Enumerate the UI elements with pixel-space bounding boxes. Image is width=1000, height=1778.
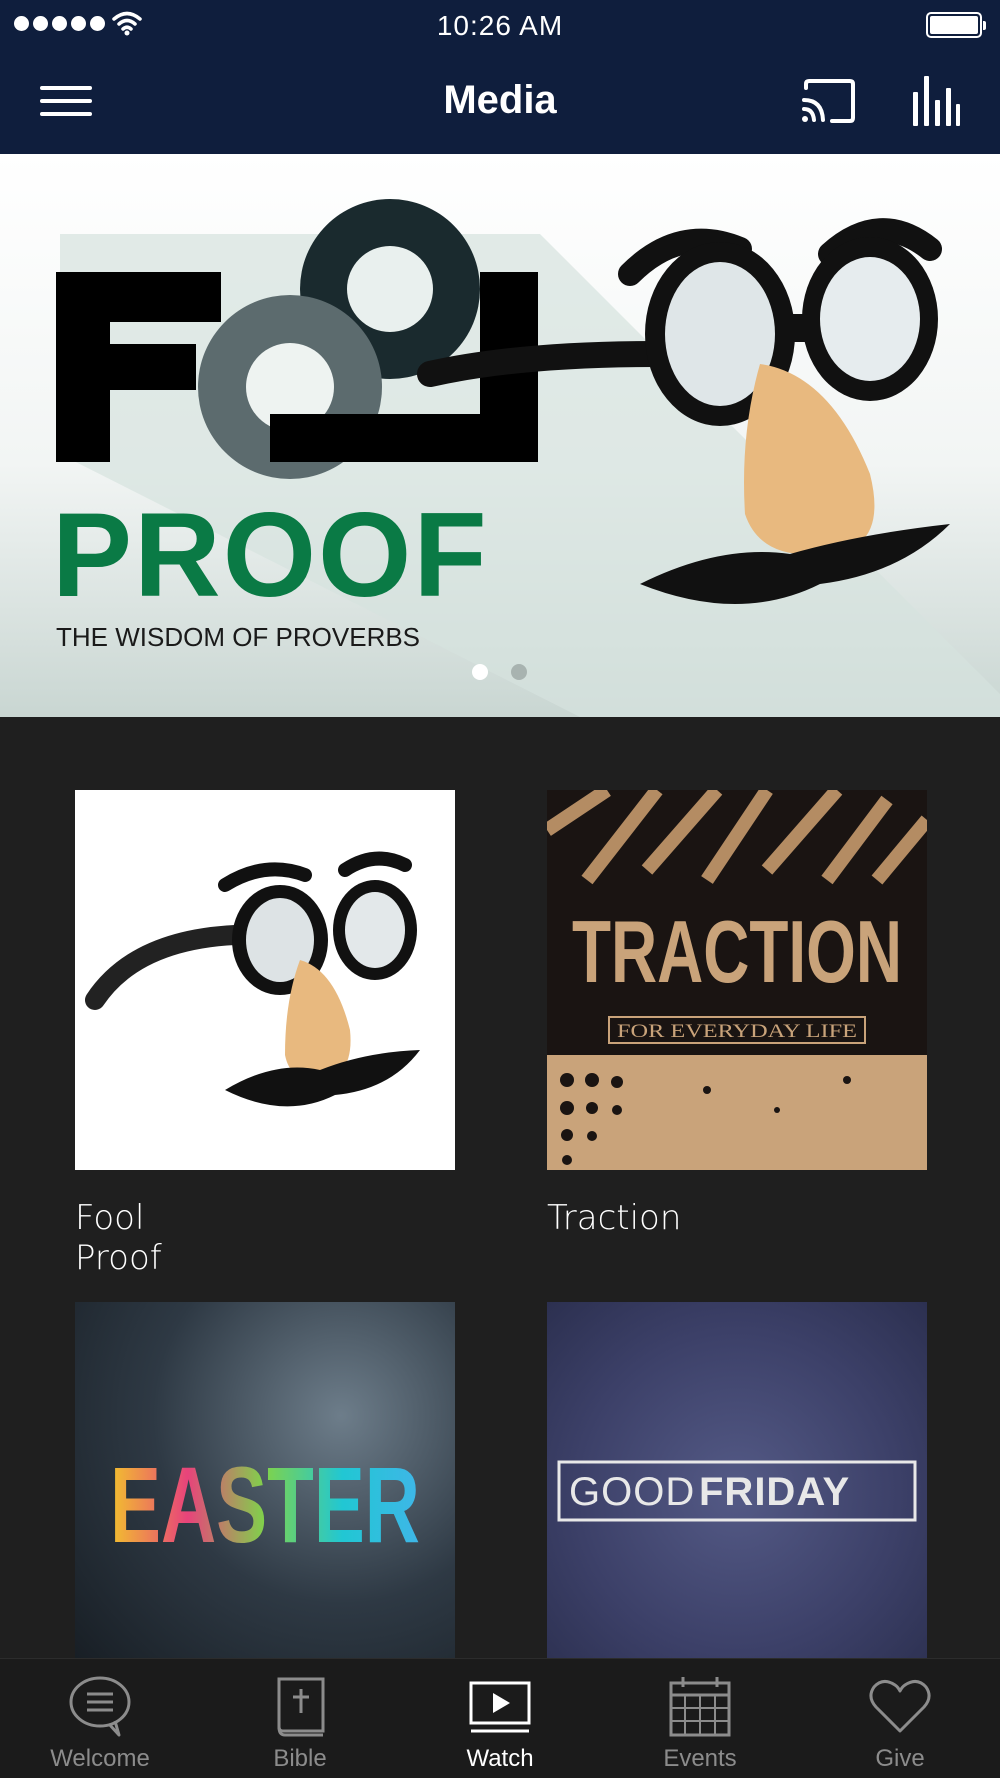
navigation-bar: Media bbox=[0, 50, 1000, 154]
calendar-icon bbox=[669, 1677, 731, 1737]
series-title: Fool Proof bbox=[75, 1198, 162, 1278]
series-thumbnail: EASTER bbox=[75, 1302, 455, 1682]
battery-icon bbox=[926, 12, 986, 38]
series-thumbnail: TRACTION FOR EVERYDAY LIFE bbox=[547, 790, 927, 1170]
svg-text:FOR EVERYDAY LIFE: FOR EVERYDAY LIFE bbox=[617, 1021, 857, 1042]
tab-label: Events bbox=[663, 1745, 737, 1772]
cast-icon[interactable] bbox=[800, 78, 856, 124]
svg-text:TRACTION: TRACTION bbox=[572, 902, 902, 1001]
svg-text:GOOD: GOOD bbox=[569, 1470, 695, 1514]
tab-bar: Welcome Bible Watch Events Give bbox=[0, 1658, 1000, 1778]
carousel-dot-active[interactable] bbox=[472, 664, 488, 680]
tab-bible[interactable]: Bible bbox=[200, 1659, 400, 1778]
series-title: Traction bbox=[547, 1198, 682, 1238]
svg-text:EASTER: EASTER bbox=[110, 1444, 420, 1565]
tab-watch[interactable]: Watch bbox=[400, 1659, 600, 1778]
tab-label: Welcome bbox=[50, 1745, 150, 1772]
hero-subtitle: THE WISDOM OF PROVERBS bbox=[56, 622, 420, 652]
tab-give[interactable]: Give bbox=[800, 1659, 1000, 1778]
bible-icon bbox=[277, 1677, 325, 1737]
series-thumbnail bbox=[75, 790, 455, 1170]
heart-icon bbox=[869, 1680, 931, 1733]
chat-bubble-icon bbox=[69, 1676, 131, 1737]
svg-text:FRIDAY: FRIDAY bbox=[699, 1470, 850, 1514]
tab-events[interactable]: Events bbox=[600, 1659, 800, 1778]
carousel-dot[interactable] bbox=[511, 664, 527, 680]
tab-label: Give bbox=[875, 1745, 925, 1772]
status-bar: 10:26 AM bbox=[0, 0, 1000, 50]
featured-banner[interactable]: PROOF THE WISDOM OF PROVERBS bbox=[0, 154, 1000, 717]
tab-label: Watch bbox=[466, 1745, 534, 1772]
status-time: 10:26 AM bbox=[436, 10, 564, 41]
featured-banner-artwork: PROOF THE WISDOM OF PROVERBS bbox=[52, 199, 1000, 717]
bar-chart-icon[interactable] bbox=[910, 74, 960, 126]
tab-welcome[interactable]: Welcome bbox=[0, 1659, 200, 1778]
hero-title-bottom: PROOF bbox=[52, 488, 489, 622]
tab-label: Bible bbox=[273, 1745, 327, 1772]
play-screen-icon bbox=[469, 1681, 531, 1733]
series-thumbnail: GOOD FRIDAY bbox=[547, 1302, 927, 1682]
